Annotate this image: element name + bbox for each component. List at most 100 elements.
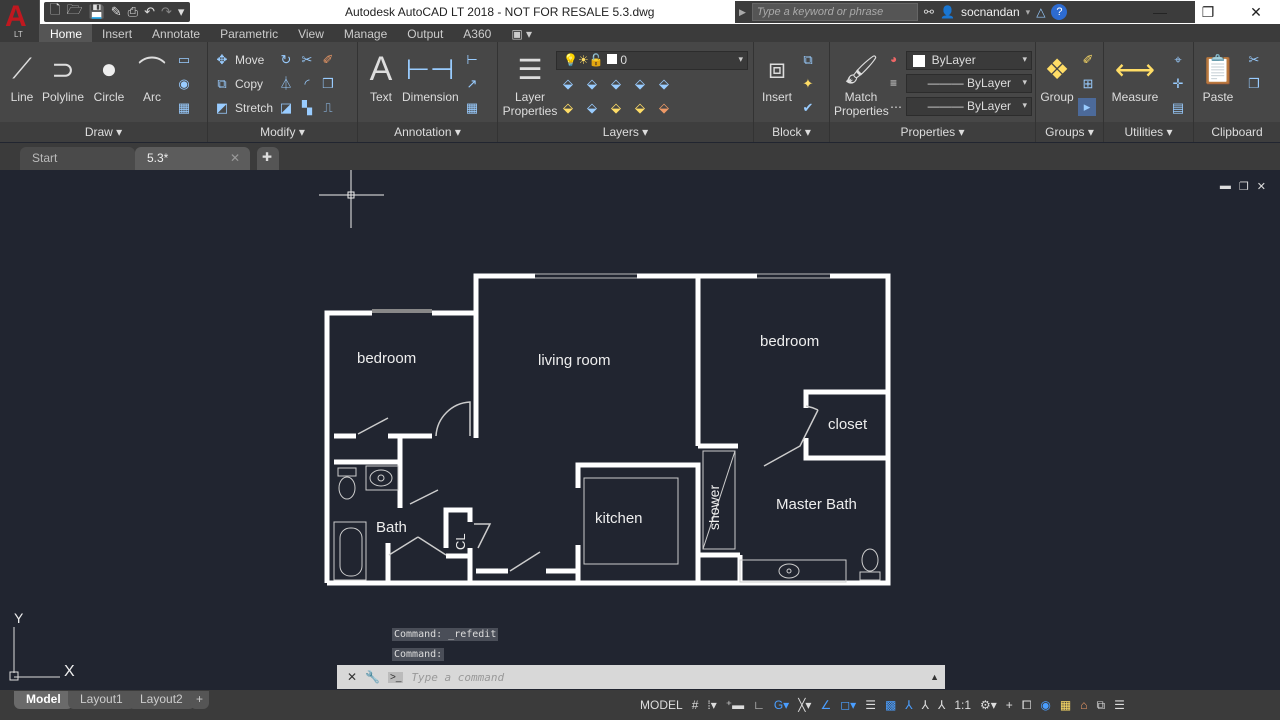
save-icon[interactable]: 💾 [89,4,105,20]
units-icon[interactable]: ⧠ [1022,698,1032,713]
open-icon[interactable]: 🗁 [66,1,82,23]
create-block-button[interactable]: ⧉ [800,52,816,68]
tab-layout2[interactable]: Layout2 [128,691,195,709]
paste-button[interactable]: 📋 Paste [1200,52,1236,105]
dimension-button[interactable]: ⊢⊣ Dimension [402,52,459,105]
tab-manage[interactable]: Manage [334,24,397,42]
annotation-scale-icon[interactable]: ⅄ [938,698,945,712]
customize-command-icon[interactable]: 🔧 [365,670,380,684]
tab-drawing[interactable]: 5.3* ✕ [135,147,250,170]
isodraft-icon[interactable]: ╳▾ [798,698,811,712]
command-history-toggle-icon[interactable]: ▲ [930,672,939,682]
layer-match-icon[interactable]: ⬙ [656,76,672,92]
fillet-icon[interactable]: ◜ [299,76,315,92]
new-layout-button[interactable]: + [190,691,210,709]
lock-ui-icon[interactable]: ▦ [1060,698,1071,712]
offset-icon[interactable]: ⎍ [320,100,336,116]
layers-panel-title[interactable]: Layers ▾ [498,122,753,142]
layer-off-icon[interactable]: ⬙ [560,76,576,92]
command-prompt-icon[interactable]: >_ [388,671,404,683]
layer-isolate-icon[interactable]: ⬙ [584,76,600,92]
tab-annotate[interactable]: Annotate [142,24,210,42]
exchange-icon[interactable]: △ [1036,5,1045,19]
copy-button[interactable]: ⧉ Copy [214,76,263,92]
close-tab-icon[interactable]: ✕ [230,151,240,165]
id-point-button[interactable]: ⌖ [1170,52,1186,68]
model-space-button[interactable]: MODEL [640,698,683,712]
leader-button[interactable]: ↗ [464,76,480,92]
properties-panel-title[interactable]: Properties ▾ [830,122,1035,142]
restore-icon[interactable]: ❐ [1184,0,1232,24]
search-input[interactable]: Type a keyword or phrase [751,3,918,21]
group-selection-button[interactable]: ▸ [1078,98,1096,116]
hatch-button[interactable]: ◉ [176,76,192,92]
layer-on-icon[interactable]: ⬙ [560,100,576,116]
plot-icon[interactable]: ⎙ [128,4,138,20]
minimize-icon[interactable]: — [1136,0,1184,24]
tab-insert[interactable]: Insert [92,24,142,42]
tab-home[interactable]: Home [40,24,93,42]
rectangle-button[interactable]: ▭ [176,52,192,68]
tab-view[interactable]: View [288,24,334,42]
quick-properties-icon[interactable]: ◉ [1040,698,1050,712]
infer-constraints-icon[interactable]: ⁺▬ [726,698,744,712]
tab-parametric[interactable]: Parametric [210,24,288,42]
trim-icon[interactable]: ✂ [299,52,315,68]
close-icon[interactable]: ✕ [1232,0,1280,24]
autoscale-icon[interactable]: ⅄ [922,698,929,712]
snap-icon[interactable]: ⁞▾ [707,698,716,712]
copy-clip-button[interactable]: ❐ [1246,76,1262,92]
new-tab-button[interactable]: ✚ [257,147,279,170]
annotation-scale-value[interactable]: 1:1 [954,698,971,712]
workspace-icon[interactable]: ⚙▾ [980,698,997,712]
layer-change-icon[interactable]: ⬙ [656,100,672,116]
help-icon[interactable]: ? [1051,4,1068,20]
layer-freeze-icon[interactable]: ⬙ [608,76,624,92]
measure-button[interactable]: ⟷ Measure [1110,52,1160,105]
tab-start[interactable]: Start [20,147,135,170]
chevron-down-icon[interactable]: ▾ [1026,7,1031,18]
clipboard-panel-title[interactable]: Clipboard [1194,122,1280,142]
tab-model[interactable]: Model [14,691,73,709]
transparency-icon[interactable]: ▩ [885,698,896,712]
saveas-icon[interactable]: ✎ [111,4,122,20]
modify-panel-title[interactable]: Modify ▾ [208,122,357,142]
stretch-button[interactable]: ◩ Stretch [214,100,273,116]
linetype-dropdown[interactable]: ——— ByLayer ▾ [906,97,1032,116]
user-icon[interactable]: 👤 [940,5,955,19]
video-icon[interactable]: ▣ ▾ [501,24,542,42]
utilities-panel-title[interactable]: Utilities ▾ [1104,122,1193,142]
new-icon[interactable]: 🗋 [50,1,60,23]
mirror-button[interactable]: ⏃ ◜ ❒ [278,76,336,92]
layer-thaw-icon[interactable]: ⬙ [608,100,624,116]
block-attributes-button[interactable]: ✔ [800,100,816,116]
annotation-panel-title[interactable]: Annotation ▾ [358,122,497,142]
groups-panel-title[interactable]: Groups ▾ [1036,122,1103,142]
tab-a360[interactable]: A360 [453,24,501,42]
linear-dim-button[interactable]: ⊢ [464,52,480,68]
customization-icon[interactable]: ☰ [1114,698,1125,712]
layer-dropdown[interactable]: 💡☀🔓 0 ▾ [556,51,748,70]
username[interactable]: socnandan [961,5,1020,19]
binoculars-icon[interactable]: ⚯ [924,5,934,19]
ungroup-button[interactable]: ✐ [1080,52,1096,68]
scale-button[interactable]: ◪ ▚ ⎍ [278,100,336,116]
match-properties-button[interactable]: 🖌 Match Properties [834,52,889,119]
boundary-button[interactable]: ▦ [176,100,192,116]
close-command-icon[interactable]: ✕ [347,670,357,684]
layer-lock-icon[interactable]: ⬙ [632,76,648,92]
arc-button[interactable]: ⌒ Arc [136,52,168,104]
lineweight-toggle-icon[interactable]: ☰ [865,698,876,712]
expand-arrow-icon[interactable]: ▶ [739,7,746,18]
command-input[interactable]: Type a command [411,671,504,684]
table-button[interactable]: ▦ [464,100,480,116]
rotate-button[interactable]: ↻ ✂ ✐ [278,52,336,68]
annotation-monitor-icon[interactable]: + [1006,698,1013,712]
layer-properties-button[interactable]: ☰ Layer Properties [502,52,558,119]
array-icon[interactable]: ▚ [299,100,315,116]
draw-panel-title[interactable]: Draw ▾ [0,122,207,142]
application-menu-button[interactable]: A LT [0,0,40,42]
customize-icon[interactable]: ▾ [178,4,185,20]
point-button[interactable]: ✛ [1170,76,1186,92]
layer-unisolate-icon[interactable]: ⬙ [584,100,600,116]
